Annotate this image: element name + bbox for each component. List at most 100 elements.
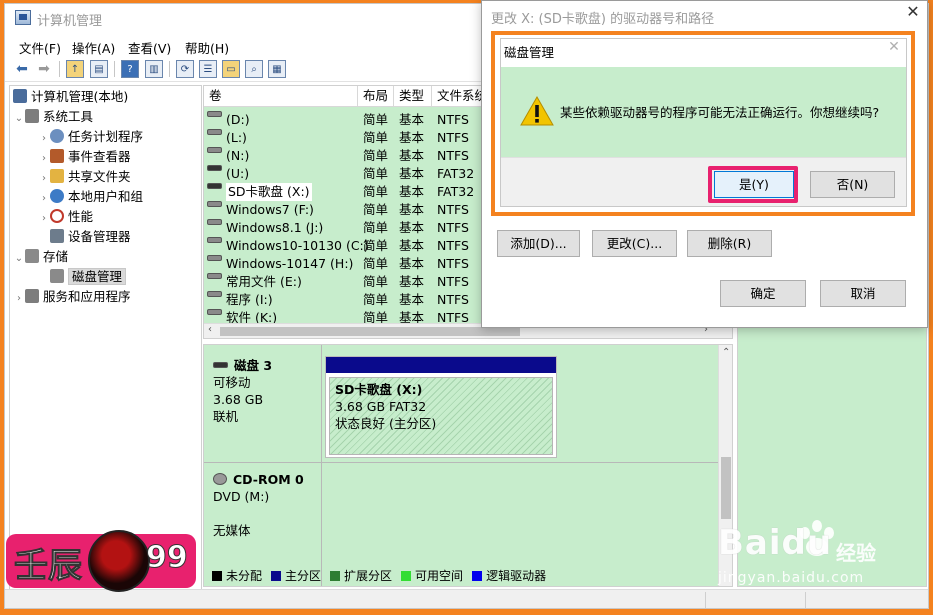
tree-item-disk-management[interactable]: 磁盘管理 <box>38 267 127 287</box>
tree-item-services-applications[interactable]: › 服务和应用程序 <box>13 287 131 307</box>
volume-name-cell: (N:) <box>226 148 250 163</box>
chevron-right-icon[interactable]: › <box>38 209 50 229</box>
action-pane-icon[interactable]: ▥ <box>145 60 163 78</box>
disk-management-icon <box>50 269 64 283</box>
volume-name-cell: (U:) <box>226 166 250 181</box>
volume-fs-cell: NTFS <box>437 202 469 217</box>
open-folder-icon[interactable]: ▭ <box>222 60 240 78</box>
chevron-right-icon[interactable]: › <box>38 169 50 189</box>
forward-arrow-icon[interactable]: ➡ <box>35 60 53 78</box>
scroll-up-icon[interactable]: ⌃ <box>722 347 730 358</box>
badge-text: 壬辰 <box>14 546 83 587</box>
volume-fs-cell: FAT32 <box>437 184 475 199</box>
tree-item-event-viewer[interactable]: › 事件查看器 <box>38 147 131 167</box>
volume-type-cell: 基本 <box>399 130 425 145</box>
chevron-right-icon[interactable]: › <box>13 289 25 309</box>
close-icon[interactable]: ✕ <box>900 1 926 23</box>
drive-icon <box>207 165 222 171</box>
legend-swatch <box>271 571 282 581</box>
tree-item-device-manager[interactable]: 设备管理器 <box>38 227 131 247</box>
volume-layout-cell: 简单 <box>363 184 389 199</box>
partition-sd-card[interactable]: SD卡歌盘 (X:) 3.68 GB FAT32 状态良好 (主分区) <box>325 356 557 458</box>
volume-layout-cell: 简单 <box>363 256 389 271</box>
volume-type-cell: 基本 <box>399 274 425 289</box>
scroll-left-icon[interactable]: ‹ <box>208 324 212 335</box>
menu-file[interactable]: 文件(F) <box>19 38 61 57</box>
confirm-dialog-footer: 是(Y) 否(N) <box>501 157 906 206</box>
no-button[interactable]: 否(N) <box>810 171 895 198</box>
delete-button[interactable]: 删除(R) <box>687 230 772 257</box>
drive-icon <box>207 273 222 279</box>
tree-item-local-users-groups[interactable]: › 本地用户和组 <box>38 187 143 207</box>
tree-item-storage[interactable]: ⌄ 存储 <box>13 247 68 267</box>
confirm-message: 某些依赖驱动器号的程序可能无法正确运行。你想继续吗? <box>560 105 880 120</box>
volume-layout-cell: 简单 <box>363 112 389 127</box>
partition-label: SD卡歌盘 (X:) <box>335 382 423 397</box>
search-icon[interactable]: ⌕ <box>245 60 263 78</box>
help-icon[interactable]: ? <box>121 60 139 78</box>
tree-item-performance[interactable]: › 性能 <box>38 207 93 227</box>
volume-layout-cell: 简单 <box>363 202 389 217</box>
cd-drive-icon <box>213 473 227 485</box>
chevron-right-icon[interactable]: › <box>38 129 50 149</box>
properties-icon[interactable]: ☰ <box>199 60 217 78</box>
storage-icon <box>25 249 39 263</box>
volume-name-cell: Windows10-10130 (C:) <box>226 238 369 253</box>
tree-item-task-scheduler[interactable]: › 任务计划程序 <box>38 127 143 147</box>
volume-name-cell: (L:) <box>226 130 247 145</box>
volume-fs-cell: FAT32 <box>437 166 475 181</box>
tools-icon <box>25 109 39 123</box>
legend-swatch <box>401 571 412 581</box>
primary-partition-bar <box>326 357 556 373</box>
tree-item-shared-folders[interactable]: › 共享文件夹 <box>38 167 131 187</box>
removable-disk-icon <box>213 362 228 368</box>
users-icon <box>50 189 64 203</box>
cancel-button[interactable]: 取消 <box>820 280 906 307</box>
volume-fs-cell: NTFS <box>437 130 469 145</box>
volume-name-cell: (D:) <box>226 112 250 127</box>
yes-button-highlight <box>708 166 798 203</box>
menu-view[interactable]: 查看(V) <box>128 38 171 57</box>
author-badge: 壬辰 99 <box>6 530 196 592</box>
services-icon <box>25 289 39 303</box>
scrollbar-thumb[interactable] <box>220 327 520 336</box>
ok-button[interactable]: 确定 <box>720 280 806 307</box>
shared-folder-icon <box>50 169 64 183</box>
tree-item-computer-management[interactable]: 计算机管理(本地) <box>13 87 128 107</box>
settings-icon[interactable]: ▦ <box>268 60 286 78</box>
cdrom-0-info[interactable]: CD-ROM 0 DVD (M:) 无媒体 <box>204 471 322 539</box>
refresh-icon[interactable]: ⟳ <box>176 60 194 78</box>
column-volume[interactable]: 卷 <box>204 86 358 107</box>
volume-fs-cell: NTFS <box>437 220 469 235</box>
computer-management-icon <box>15 10 31 25</box>
close-icon[interactable]: ✕ <box>884 39 904 57</box>
dialog-title: 更改 X: (SD卡歌盘) 的驱动器号和路径 <box>491 12 715 27</box>
drive-icon <box>207 183 222 189</box>
volume-type-cell: 基本 <box>399 292 425 307</box>
drive-icon <box>207 111 222 117</box>
volume-fs-cell: NTFS <box>437 112 469 127</box>
up-folder-icon[interactable]: ↑ <box>66 60 84 78</box>
back-arrow-icon[interactable]: ⬅ <box>13 60 31 78</box>
chevron-down-icon[interactable]: ⌄ <box>13 249 25 269</box>
show-tree-icon[interactable]: ▤ <box>90 60 108 78</box>
drive-icon <box>207 291 222 297</box>
chevron-down-icon[interactable]: ⌄ <box>13 109 25 129</box>
volume-name-cell: 程序 (I:) <box>226 292 273 307</box>
change-button[interactable]: 更改(C)... <box>592 230 677 257</box>
scrollbar-thumb[interactable] <box>721 457 731 519</box>
chevron-right-icon[interactable]: › <box>38 149 50 169</box>
column-layout[interactable]: 布局 <box>358 86 394 107</box>
chevron-right-icon[interactable]: › <box>38 189 50 209</box>
volume-layout-cell: 简单 <box>363 292 389 307</box>
volume-name-cell: 常用文件 (E:) <box>226 274 302 289</box>
drive-icon <box>207 309 222 315</box>
menu-action[interactable]: 操作(A) <box>72 38 115 57</box>
menu-help[interactable]: 帮助(H) <box>185 38 229 57</box>
disk-3-info[interactable]: 磁盘 3 可移动 3.68 GB 联机 <box>204 357 322 462</box>
tree-item-system-tools[interactable]: ⌄ 系统工具 <box>13 107 93 127</box>
drive-icon <box>207 129 222 135</box>
add-button[interactable]: 添加(D)... <box>497 230 580 257</box>
warning-icon <box>520 95 554 126</box>
column-type[interactable]: 类型 <box>394 86 432 107</box>
